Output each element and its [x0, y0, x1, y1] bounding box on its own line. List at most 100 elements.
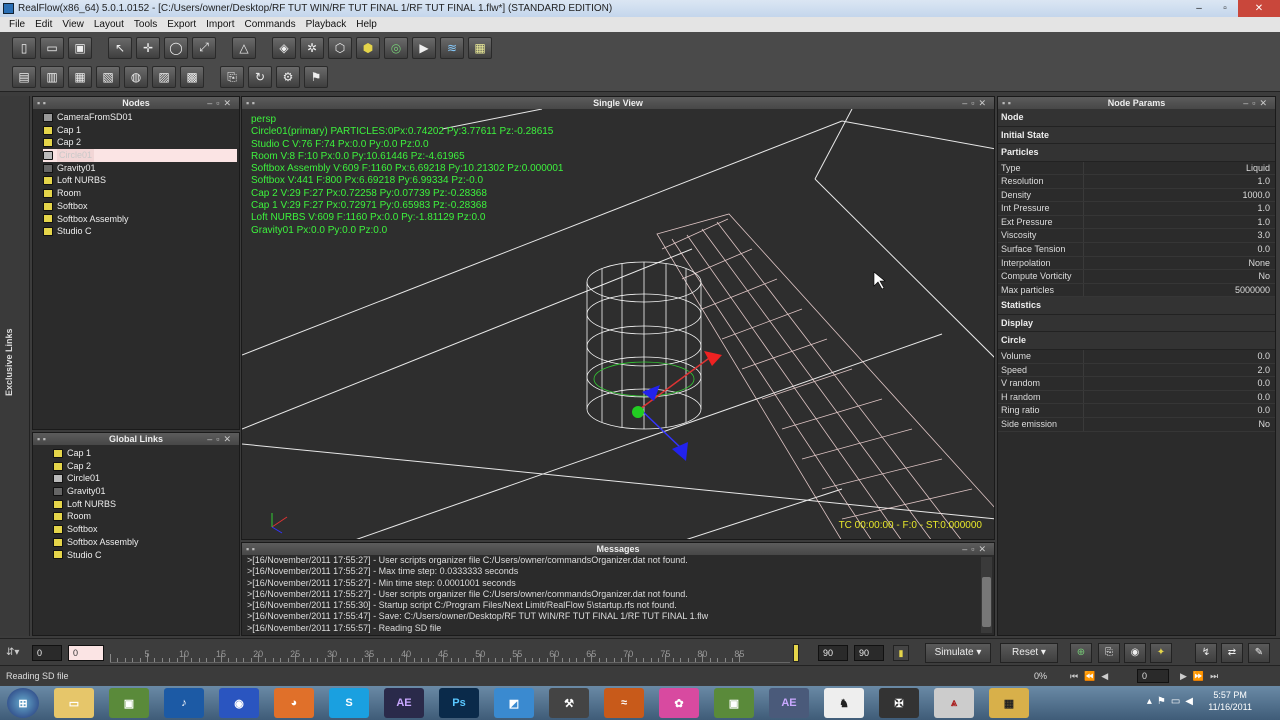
node-cap-1[interactable]: Cap 1 — [43, 124, 239, 137]
photo-icon[interactable]: ▦ — [989, 688, 1029, 718]
minimize-button[interactable]: – — [1186, 0, 1212, 17]
node-softbox[interactable]: Softbox — [43, 200, 239, 213]
param-row[interactable]: Int Pressure 1.0 — [998, 202, 1275, 216]
lock-icon[interactable]: ▮ — [893, 645, 909, 661]
system-tray-icon[interactable]: ▴⚑▭◀ — [1147, 696, 1198, 707]
preview-icon[interactable]: ◉ — [1124, 643, 1146, 663]
menu-layout[interactable]: Layout — [89, 17, 129, 32]
playback-back-controls-icon[interactable]: ⏮⏪◀ — [1070, 666, 1114, 686]
start-button-icon[interactable]: ⊞ — [7, 688, 39, 718]
global-cap-1[interactable]: Cap 1 — [53, 447, 239, 460]
batch-icon-2[interactable]: ⇄ — [1221, 643, 1243, 663]
realflow-icon[interactable]: ≈ — [604, 688, 644, 718]
menu-import[interactable]: Import — [201, 17, 239, 32]
layout-icon-5[interactable]: ◍ — [124, 66, 148, 88]
daemon-icon[interactable]: ✲ — [300, 36, 324, 59]
panel-controls-icon[interactable]: –▫✕ — [207, 97, 235, 109]
param-row[interactable]: Ring ratio 0.0 — [998, 404, 1275, 418]
tool-icon[interactable]: ⚒ — [549, 688, 589, 718]
gizmo-tool-icon[interactable]: △ — [232, 36, 256, 59]
maximize-button[interactable]: ▫ — [1212, 0, 1238, 17]
param-row[interactable]: Surface Tension 0.0 — [998, 243, 1275, 257]
script-icon-1[interactable]: ⎘ — [220, 66, 244, 88]
node-studio-c[interactable]: Studio C — [43, 225, 239, 238]
itunes-icon[interactable]: ♪ — [164, 688, 204, 718]
section-circle[interactable]: Circle — [998, 332, 1275, 350]
script-icon-4[interactable]: ⚑ — [304, 66, 328, 88]
messages-scrollbar[interactable] — [981, 557, 992, 633]
menu-playback[interactable]: Playback — [301, 17, 352, 32]
param-row[interactable]: Interpolation None — [998, 256, 1275, 271]
param-row[interactable]: Ext Pressure 1.0 — [998, 215, 1275, 230]
menu-view[interactable]: View — [57, 17, 89, 32]
move-tool-icon[interactable]: ✛ — [136, 36, 160, 59]
batch-icon-1[interactable]: ↯ — [1195, 643, 1217, 663]
skype-icon[interactable]: S — [329, 688, 369, 718]
param-row[interactable]: Max particles 5000000 — [998, 283, 1275, 298]
param-row[interactable]: H random 0.0 — [998, 390, 1275, 405]
param-row[interactable]: Side emission No — [998, 417, 1275, 432]
game-icon[interactable]: ♞ — [824, 688, 864, 718]
cube-icon[interactable]: ⬢ — [356, 36, 380, 59]
sync-icon[interactable]: ⊕ — [1070, 643, 1092, 663]
section-node[interactable]: Node — [998, 109, 1275, 127]
layout-icon-7[interactable]: ▩ — [180, 66, 204, 88]
layout-icon-6[interactable]: ▨ — [152, 66, 176, 88]
cache-icon[interactable]: ✦ — [1150, 643, 1172, 663]
simulate-button[interactable]: Simulate ▾ — [925, 643, 991, 663]
minecraft-icon[interactable]: ▣ — [109, 688, 149, 718]
exclusive-links-strip[interactable]: Exclusive Links — [0, 96, 30, 636]
layout-icon-3[interactable]: ▦ — [68, 66, 92, 88]
layout-icon-2[interactable]: ▥ — [40, 66, 64, 88]
minecraft-icon-2[interactable]: ▣ — [714, 688, 754, 718]
open-scene-icon[interactable]: ▭ — [40, 36, 64, 59]
global-softbox-assembly[interactable]: Softbox Assembly — [53, 536, 239, 549]
frame-field[interactable]: 0 — [1137, 669, 1169, 683]
gizmo-center-icon[interactable] — [642, 385, 660, 401]
timeline-menu-icon[interactable]: ⇵▾ — [6, 647, 19, 658]
skyrim-icon[interactable]: ✠ — [879, 688, 919, 718]
export-icon[interactable]: ⎘ — [1098, 643, 1120, 663]
layout-icon-1[interactable]: ▤ — [12, 66, 36, 88]
x-axis-handle-icon[interactable] — [704, 351, 722, 366]
panel-controls-icon[interactable]: –▫✕ — [962, 543, 990, 555]
taskbar-clock[interactable]: 5:57 PM 11/16/2011 — [1208, 689, 1252, 713]
param-row[interactable]: Density 1000.0 — [998, 188, 1275, 203]
scale-tool-icon[interactable]: ⤢ — [192, 36, 216, 59]
param-row[interactable]: Volume 0.0 — [998, 349, 1275, 364]
section-statistics[interactable]: Statistics — [998, 297, 1275, 315]
node-loft-nurbs[interactable]: Loft NURBS — [43, 174, 239, 187]
param-row[interactable]: Speed 2.0 — [998, 363, 1275, 378]
menu-tools[interactable]: Tools — [129, 17, 162, 32]
node-cap-2[interactable]: Cap 2 — [43, 136, 239, 149]
max-frame-field[interactable]: 90 — [854, 645, 884, 661]
object-icon[interactable]: ⬡ — [328, 36, 352, 59]
settings-tool-icon[interactable]: ✎ — [1248, 643, 1270, 663]
node-softbox-assembly[interactable]: Softbox Assembly — [43, 213, 239, 226]
close-button[interactable]: ✕ — [1238, 0, 1280, 17]
save-scene-icon[interactable]: ▣ — [68, 36, 92, 59]
menu-file[interactable]: File — [4, 17, 30, 32]
panel-controls-icon[interactable]: –▫✕ — [962, 97, 990, 109]
param-row[interactable]: Type Liquid — [998, 161, 1275, 176]
scrollbar-thumb[interactable] — [982, 577, 991, 627]
end-frame-field[interactable]: 90 — [818, 645, 848, 661]
menu-commands[interactable]: Commands — [240, 17, 301, 32]
emitter-icon[interactable]: ◈ — [272, 36, 296, 59]
after-effects-icon[interactable]: AE — [384, 688, 424, 718]
script-icon-3[interactable]: ⚙ — [276, 66, 300, 88]
global-room[interactable]: Room — [53, 510, 239, 523]
select-tool-icon[interactable]: ↖ — [108, 36, 132, 59]
node-room[interactable]: Room — [43, 187, 239, 200]
timeline-playhead-icon[interactable] — [793, 644, 799, 662]
y-axis-handle-icon[interactable] — [632, 406, 644, 418]
param-row[interactable]: Resolution 1.0 — [998, 175, 1275, 189]
global-loft-nurbs[interactable]: Loft NURBS — [53, 498, 239, 511]
firefox-icon[interactable]: ◕ — [274, 688, 314, 718]
current-frame-field[interactable]: 0 — [68, 645, 104, 661]
panel-controls-icon[interactable]: –▫✕ — [1243, 97, 1271, 109]
globe-icon[interactable]: ◉ — [219, 688, 259, 718]
global-cap-2[interactable]: Cap 2 — [53, 460, 239, 473]
section-particles[interactable]: Particles — [998, 144, 1275, 162]
rigidbody-icon[interactable]: ▦ — [468, 36, 492, 59]
